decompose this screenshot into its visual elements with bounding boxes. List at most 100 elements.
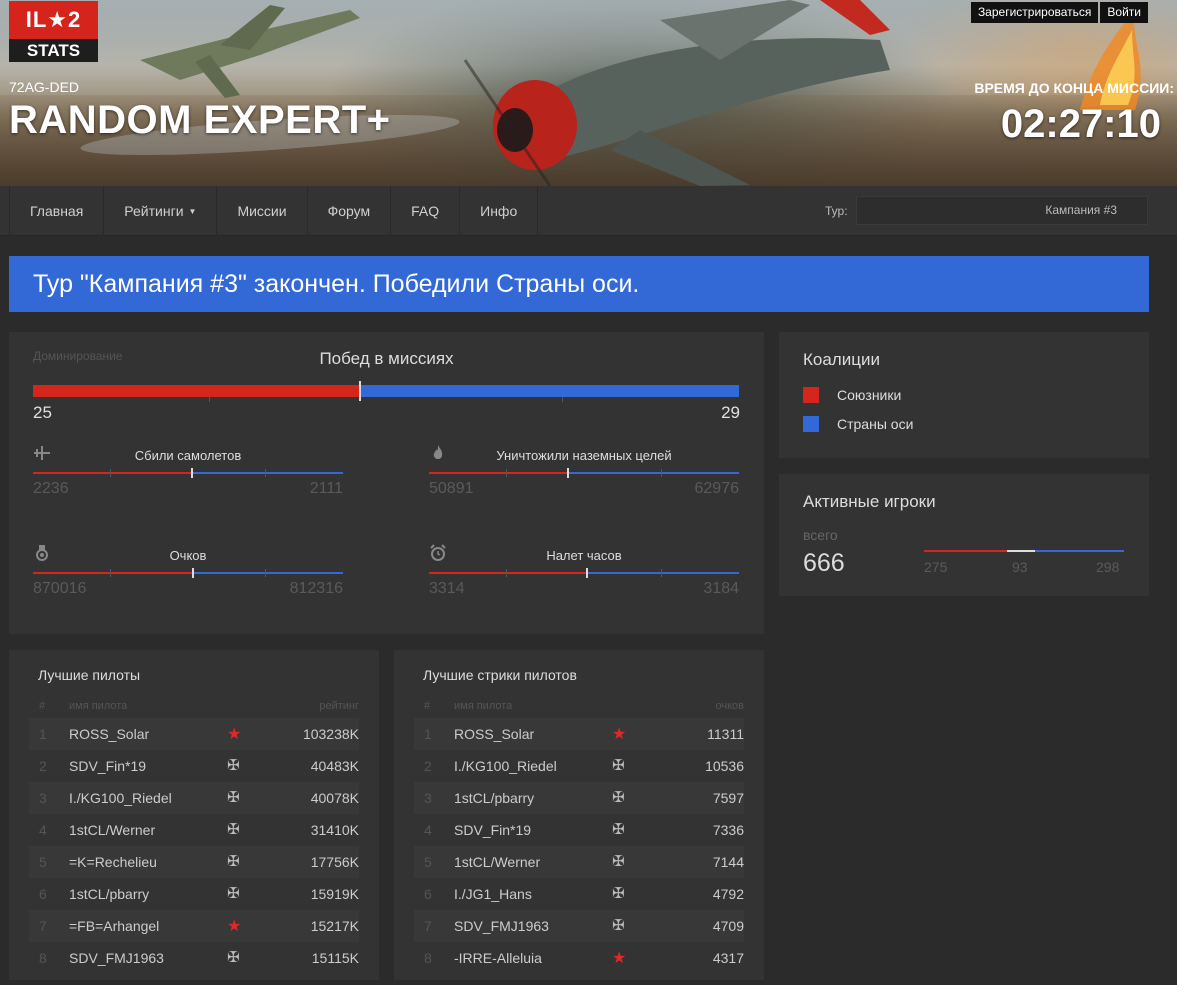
- register-link[interactable]: Зарегистрироваться: [970, 2, 1099, 23]
- metric-points: Очков 870016 812316: [33, 544, 343, 614]
- active-players-panel: Активные игроки всего 666 275 93 298: [779, 474, 1149, 596]
- logo-top: IL★2: [9, 1, 98, 39]
- nav-item-forum[interactable]: Форум: [306, 186, 391, 236]
- row-value: 31410K: [310, 822, 359, 838]
- table-row: 6 I./JG1_Hans ✠ 4792: [414, 878, 744, 910]
- metric-label: Очков: [169, 548, 207, 563]
- balkenkreuz-icon: ✠: [227, 789, 240, 806]
- best-streaks-title: Лучшие стрики пилотов: [423, 667, 577, 683]
- row-value: 15217K: [310, 918, 359, 934]
- nav-item-label: Форум: [327, 203, 371, 219]
- best-pilots-title: Лучшие пилоты: [38, 667, 141, 683]
- coalitions-panel: Коалиции Союзники Страны оси: [779, 332, 1149, 458]
- tour-label: Тур:: [825, 204, 848, 218]
- mission-timer-label: ВРЕМЯ ДО КОНЦА МИССИИ:: [974, 80, 1174, 96]
- pilot-name-link[interactable]: I./KG100_Riedel: [69, 790, 172, 806]
- nav-item-home[interactable]: Главная: [9, 186, 103, 236]
- nav-item-ratings[interactable]: Рейтинги ▼: [103, 186, 216, 236]
- nav-item-label: Рейтинги: [124, 203, 184, 219]
- axis-value: 3184: [703, 580, 739, 597]
- active-total: 666: [803, 549, 845, 577]
- fighter-plane-image: [463, 0, 890, 186]
- nav-item-label: Инфо: [480, 203, 518, 219]
- row-value: 7144: [712, 854, 744, 870]
- bar-tick: [110, 569, 111, 577]
- axis-bar: [193, 572, 343, 574]
- bar-marker: [192, 568, 194, 578]
- col-num: #: [39, 700, 46, 712]
- balkenkreuz-icon: ✠: [612, 853, 625, 870]
- row-rank: 2: [424, 758, 432, 774]
- bar-tick: [110, 469, 111, 477]
- allies-value: 50891: [429, 480, 474, 497]
- nav-item-label: Главная: [30, 203, 84, 219]
- pilot-name-link[interactable]: SDV_FMJ1963: [69, 950, 164, 966]
- pilot-name-link[interactable]: 1stCL/pbarry: [454, 790, 534, 806]
- pilot-name-link[interactable]: SDV_FMJ1963: [454, 918, 549, 934]
- pilot-name-link[interactable]: I./KG100_Riedel: [454, 758, 557, 774]
- table-row: 4 SDV_Fin*19 ✠ 7336: [414, 814, 744, 846]
- table-row: 1 ROSS_Solar 103238K: [29, 718, 359, 750]
- row-value: 4709: [712, 918, 744, 934]
- row-value: 40078K: [310, 790, 359, 806]
- row-value: 7597: [712, 790, 744, 806]
- row-rank: 4: [39, 822, 47, 838]
- auth-links: Зарегистрироваться Войти: [969, 2, 1148, 23]
- table-row: 7 SDV_FMJ1963 ✠ 4709: [414, 910, 744, 942]
- tour-select[interactable]: Кампания #3: [856, 196, 1148, 225]
- active-neutral: 93: [1012, 559, 1028, 575]
- col-num: #: [424, 700, 431, 712]
- pilot-name-link[interactable]: ROSS_Solar: [69, 726, 149, 742]
- pilot-name-link[interactable]: 1stCL/Werner: [454, 854, 540, 870]
- soviet-star-icon: [227, 918, 243, 934]
- axis-swatch: [803, 416, 819, 432]
- login-link[interactable]: Войти: [1100, 2, 1148, 23]
- axis-bar: [587, 572, 739, 574]
- table-row: 3 I./KG100_Riedel ✠ 40078K: [29, 782, 359, 814]
- active-total-label: всего: [803, 527, 838, 543]
- col-name: имя пилота: [454, 700, 513, 712]
- caret-down-icon: ▼: [188, 207, 197, 217]
- row-value: 15919K: [310, 886, 359, 902]
- balkenkreuz-icon: ✠: [227, 853, 240, 870]
- bar-tick: [209, 397, 210, 402]
- bar-tick: [265, 569, 266, 577]
- row-value: 103238K: [302, 726, 359, 742]
- metric-label: Уничтожили наземных целей: [496, 448, 672, 463]
- pilot-name-link[interactable]: ROSS_Solar: [454, 726, 534, 742]
- logo-bottom: STATS: [9, 39, 98, 62]
- pilot-name-link[interactable]: 1stCL/pbarry: [69, 886, 149, 902]
- pilot-name-link[interactable]: SDV_Fin*19: [69, 758, 146, 774]
- balkenkreuz-icon: ✠: [227, 885, 240, 902]
- table-row: 4 1stCL/Werner ✠ 31410K: [29, 814, 359, 846]
- pilot-name-link[interactable]: -IRRE-Alleluia: [454, 950, 542, 966]
- table-header: # имя пилота рейтинг: [29, 700, 359, 716]
- pilot-name-link[interactable]: =K=Rechelieu: [69, 854, 157, 870]
- allies-bar: [429, 572, 587, 574]
- metric-bar: [33, 468, 343, 478]
- pilot-name-link[interactable]: SDV_Fin*19: [454, 822, 531, 838]
- tour-ended-notice: Тур "Кампания #3" закончен. Победили Стр…: [9, 256, 1149, 312]
- pilot-name-link[interactable]: I./JG1_Hans: [454, 886, 532, 902]
- best-pilots-rows: 1 ROSS_Solar 103238K 2 SDV_Fin*19 ✠ 40483K 3 I./…: [29, 718, 359, 974]
- metric-bar: [429, 468, 739, 478]
- row-rank: 7: [424, 918, 432, 934]
- nav-item-faq[interactable]: FAQ: [390, 186, 459, 236]
- neutral-bar: [1007, 550, 1035, 552]
- nav-item-missions[interactable]: Миссии: [216, 186, 306, 236]
- il2-stats-logo[interactable]: IL★2 STATS: [9, 1, 98, 62]
- metric-ground-targets: Уничтожили наземных целей 50891 62976: [429, 444, 739, 514]
- row-value: 4317: [712, 950, 744, 966]
- nav-item-info[interactable]: Инфо: [459, 186, 539, 236]
- axis-value: 812316: [289, 580, 343, 597]
- bar-tick: [562, 397, 563, 402]
- soviet-star-icon: [612, 950, 628, 966]
- metric-aircraft-shot: Сбили самолетов 2236 2111: [33, 444, 343, 514]
- pilot-name-link[interactable]: 1stCL/Werner: [69, 822, 155, 838]
- pilot-name-link[interactable]: =FB=Arhangel: [69, 918, 159, 934]
- axis-value: 2111: [309, 480, 343, 497]
- table-row: 1 ROSS_Solar 11311: [414, 718, 744, 750]
- row-rank: 3: [424, 790, 432, 806]
- coalition-label: Союзники: [837, 387, 902, 403]
- row-value: 11311: [707, 726, 744, 742]
